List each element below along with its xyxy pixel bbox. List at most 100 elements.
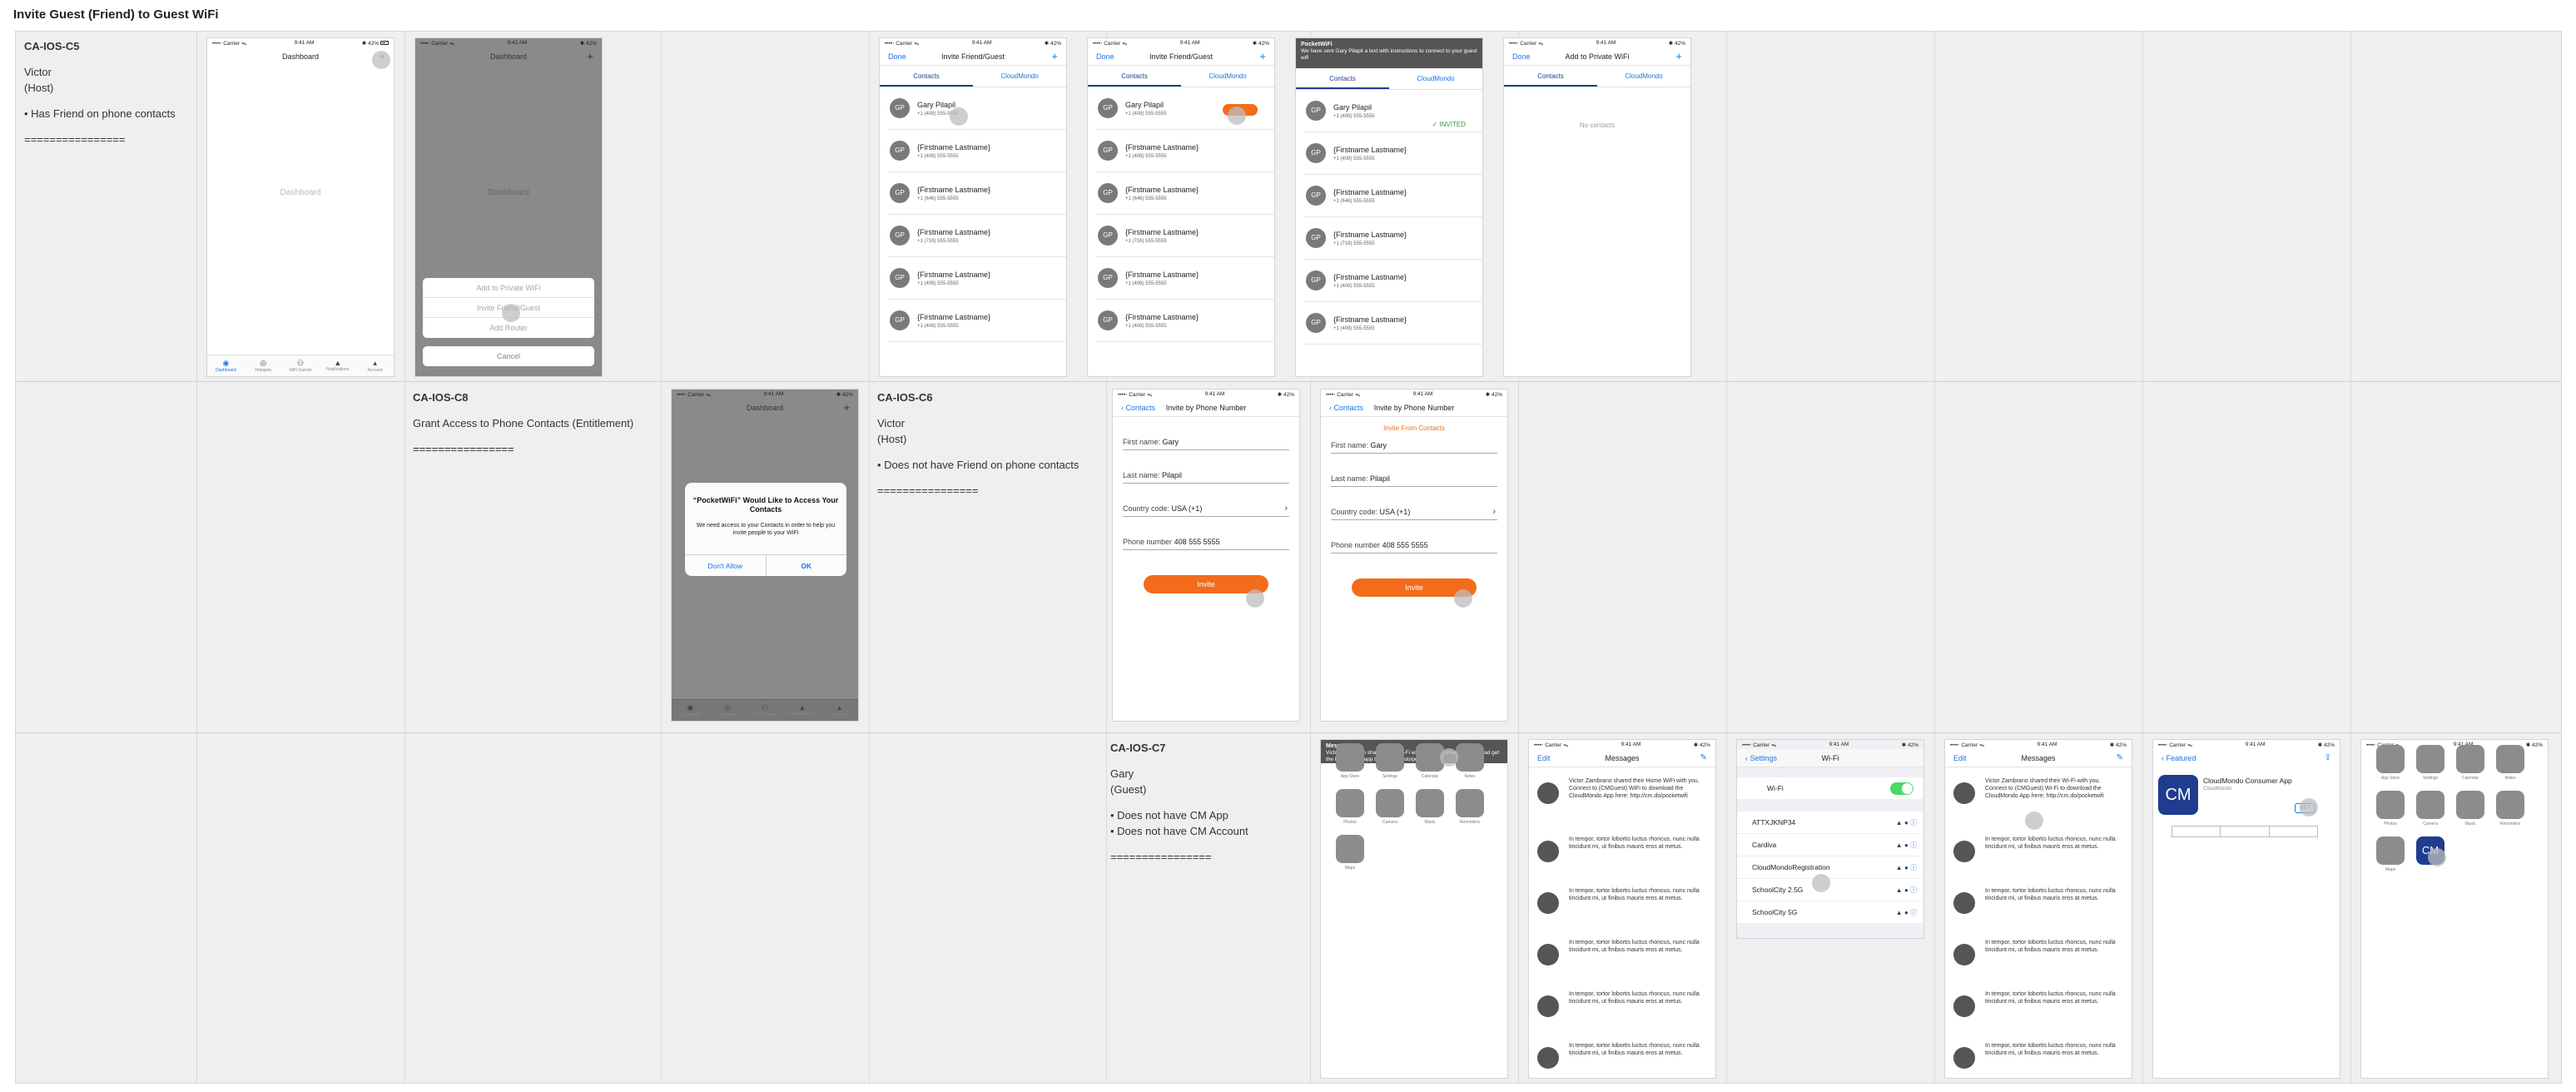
dont-allow-button[interactable]: Don't Allow: [685, 555, 766, 576]
app-icon[interactable]: [2416, 745, 2444, 773]
tab-cloudmondo[interactable]: CloudMondo: [1597, 66, 1690, 87]
done-button[interactable]: Done: [1096, 47, 1114, 66]
message-thread[interactable]: In tempor, tortor lobortis luctus rhoncu…: [1945, 980, 2132, 1032]
tab-contacts[interactable]: Contacts: [1296, 68, 1389, 89]
back-settings-button[interactable]: ‹ Settings: [1745, 749, 1777, 767]
contact-row[interactable]: GP {Firstname Lastname} +1 (408) 555-5555: [1096, 257, 1274, 300]
tab-contacts[interactable]: Contacts: [1504, 66, 1597, 87]
tab-notifications[interactable]: ▲ Notifications: [783, 700, 821, 721]
phone-number-field[interactable]: Phone number 408 555 5555: [1331, 520, 1497, 553]
app-icon[interactable]: [1336, 789, 1364, 817]
tab-hotspots[interactable]: ◎ Hotspots: [245, 355, 282, 376]
message-thread[interactable]: In tempor, tortor lobortis luctus rhoncu…: [1529, 1032, 1715, 1078]
tab-wifi-guests[interactable]: ⚇ WiFi Guests: [282, 355, 320, 376]
contact-row[interactable]: GP {Firstname Lastname} +1 (646) 555-5555: [1096, 172, 1274, 215]
invite-from-contacts-link[interactable]: Invite From Contacts: [1321, 424, 1507, 432]
tab-contacts[interactable]: Contacts: [880, 66, 973, 87]
add-button[interactable]: +: [1259, 47, 1266, 66]
add-button[interactable]: +: [1675, 47, 1682, 66]
tab-cloudmondo[interactable]: CloudMondo: [1389, 68, 1482, 89]
contact-row[interactable]: GP {Firstname Lastname} +1 (408) 555-5555: [1096, 300, 1274, 342]
tab-contacts[interactable]: Contacts: [1088, 66, 1181, 87]
compose-icon[interactable]: ✎: [2117, 749, 2123, 767]
message-thread[interactable]: In tempor, tortor lobortis luctus rhoncu…: [1529, 826, 1715, 877]
tab-dashboard[interactable]: ◉ Dashboard: [207, 355, 245, 376]
contact-row[interactable]: GP {Firstname Lastname} +1 (408) 555-5555: [1304, 132, 1482, 175]
app-icon[interactable]: [1456, 743, 1484, 772]
contact-row[interactable]: GP {Firstname Lastname} +1 (408) 555-5555: [1304, 260, 1482, 302]
country-code-field[interactable]: Country code: USA (+1) ›: [1123, 484, 1289, 517]
app-icon[interactable]: [2496, 791, 2524, 819]
message-thread[interactable]: In tempor, tortor lobortis luctus rhoncu…: [1945, 826, 2132, 877]
message-thread[interactable]: In tempor, tortor lobortis luctus rhoncu…: [1529, 980, 1715, 1032]
edit-button[interactable]: Edit: [1953, 749, 1967, 767]
message-thread[interactable]: In tempor, tortor lobortis luctus rhoncu…: [1945, 877, 2132, 929]
back-featured-button[interactable]: ‹ Featured: [2162, 749, 2196, 767]
add-button[interactable]: +: [587, 47, 593, 66]
back-contacts-button[interactable]: ‹ Contacts: [1329, 399, 1363, 417]
done-button[interactable]: Done: [1512, 47, 1531, 66]
contact-row[interactable]: GP {Firstname Lastname} +1 (646) 555-5555: [1304, 175, 1482, 217]
add-button[interactable]: +: [1051, 47, 1058, 66]
message-thread[interactable]: In tempor, tortor lobortis luctus rhoncu…: [1945, 1032, 2132, 1078]
message-thread[interactable]: In tempor, tortor lobortis luctus rhoncu…: [1529, 877, 1715, 929]
app-icon[interactable]: [1336, 743, 1364, 772]
done-button[interactable]: Done: [888, 47, 906, 66]
compose-icon[interactable]: ✎: [1700, 749, 1707, 767]
tab-hotspots[interactable]: ◎ Hotspots: [709, 700, 747, 721]
contact-row[interactable]: GP {Firstname Lastname} +1 (718) 555-5555: [1304, 217, 1482, 260]
wifi-toggle[interactable]: [1890, 782, 1913, 795]
wifi-network-row[interactable]: Cardiva ▲ ● ⓘ: [1737, 834, 1923, 856]
share-icon[interactable]: ⇪: [2325, 749, 2331, 767]
tab-cloudmondo[interactable]: CloudMondo: [1181, 66, 1274, 87]
wifi-network-row[interactable]: ATTXJKNP34 ▲ ● ⓘ: [1737, 812, 1923, 834]
app-icon[interactable]: [1376, 743, 1404, 772]
wifi-network-row[interactable]: CloudMondoRegistration ▲ ● ⓘ: [1737, 856, 1923, 879]
tab-dashboard[interactable]: ◉ Dashboard: [672, 700, 709, 721]
app-icon[interactable]: [1456, 789, 1484, 817]
ok-button[interactable]: OK: [765, 555, 847, 576]
contact-row[interactable]: GP {Firstname Lastname} +1 (408) 555-5555: [888, 300, 1066, 342]
app-icon[interactable]: [1376, 789, 1404, 817]
contact-row[interactable]: GP {Firstname Lastname} +1 (408) 555-5555: [888, 257, 1066, 300]
app-icon[interactable]: [2376, 791, 2405, 819]
last-name-field[interactable]: Last name: Pilapil: [1123, 450, 1289, 484]
message-thread[interactable]: In tempor, tortor lobortis luctus rhoncu…: [1529, 929, 1715, 980]
app-icon[interactable]: [2456, 791, 2484, 819]
contact-row[interactable]: GP {Firstname Lastname} +1 (408) 555-5555: [1096, 130, 1274, 172]
app-icon[interactable]: [2416, 791, 2444, 819]
app-icon[interactable]: [2376, 836, 2405, 865]
message-thread[interactable]: Victor Zambrano shared their Home WiFi w…: [1529, 767, 1715, 826]
first-name-field[interactable]: First name: Gary: [1123, 417, 1289, 450]
cancel-button[interactable]: Cancel: [423, 346, 594, 366]
first-name-field[interactable]: First name: Gary: [1331, 432, 1497, 454]
back-contacts-button[interactable]: ‹ Contacts: [1121, 399, 1155, 417]
contact-row[interactable]: GP {Firstname Lastname} +1 (718) 555-5555: [888, 215, 1066, 257]
phone-number-field[interactable]: Phone number 408 555 5555: [1123, 517, 1289, 550]
contact-row[interactable]: GP {Firstname Lastname} +1 (718) 555-5555: [1096, 215, 1274, 257]
tab-notifications[interactable]: ▲ Notifications: [319, 355, 356, 376]
contact-name: {Firstname Lastname}: [1125, 312, 1199, 321]
tab-wifi-guests[interactable]: ⚇ WiFi Guests: [747, 700, 784, 721]
tab-account[interactable]: ▴ Account: [821, 700, 858, 721]
wifi-network-row[interactable]: SchoolCity 2.5G ▲ ● ⓘ: [1737, 879, 1923, 901]
add-button[interactable]: +: [843, 399, 850, 417]
last-name-field[interactable]: Last name: Pilapil: [1331, 454, 1497, 487]
contact-row[interactable]: GP {Firstname Lastname} +1 (646) 555-5555: [888, 172, 1066, 215]
app-icon[interactable]: [2496, 745, 2524, 773]
tab-cloudmondo[interactable]: CloudMondo: [973, 66, 1066, 87]
app-icon[interactable]: [1416, 789, 1444, 817]
app-icon[interactable]: [2456, 745, 2484, 773]
tab-account[interactable]: ▴ Account: [356, 355, 394, 376]
menu-add-private-wifi[interactable]: Add to Private WiFi: [423, 278, 594, 298]
contact-row[interactable]: GP Gary Pilapil +1 (408) 555-5555: [888, 87, 1066, 130]
contact-row[interactable]: GP {Firstname Lastname} +1 (408) 555-5555: [888, 130, 1066, 172]
contact-row[interactable]: GP {Firstname Lastname} +1 (408) 555-5555: [1304, 302, 1482, 345]
edit-button[interactable]: Edit: [1537, 749, 1551, 767]
wifi-network-row[interactable]: SchoolCity 5G ▲ ● ⓘ: [1737, 901, 1923, 924]
app-icon[interactable]: [1336, 835, 1364, 863]
country-code-field[interactable]: Country code: USA (+1) ›: [1331, 487, 1497, 520]
notification-banner[interactable]: PocketWiFi We have sent Gary Pilapil a te…: [1296, 38, 1482, 68]
app-icon[interactable]: [2376, 745, 2405, 773]
message-thread[interactable]: In tempor, tortor lobortis luctus rhoncu…: [1945, 929, 2132, 980]
